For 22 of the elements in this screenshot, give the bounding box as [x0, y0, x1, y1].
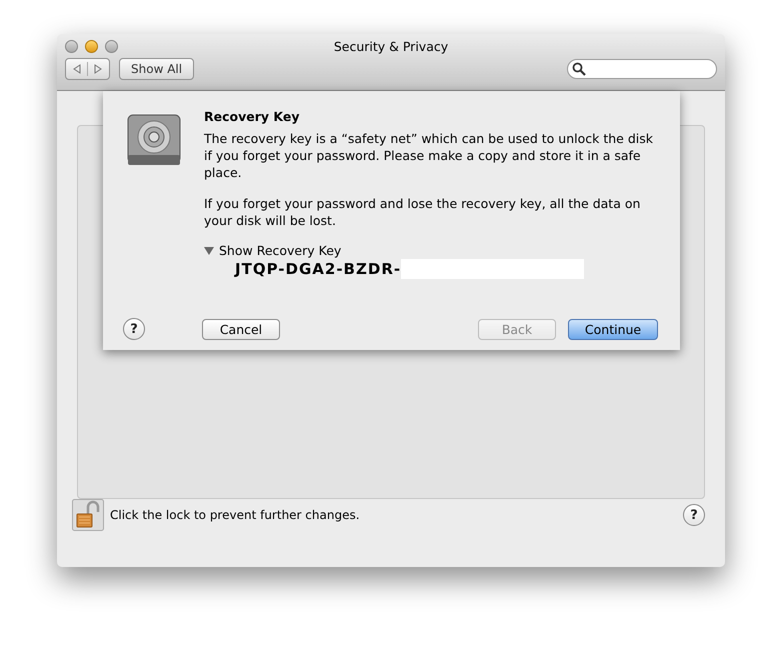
forward-icon[interactable] — [93, 64, 103, 74]
help-button[interactable]: ? — [123, 318, 145, 340]
sheet-button[interactable]: Cancel — [202, 318, 280, 340]
show-all-button[interactable]: Show All — [119, 58, 194, 80]
open-lock-icon[interactable] — [72, 499, 104, 531]
zoom-button[interactable] — [105, 40, 118, 53]
sheet-title: Recovery Key — [204, 109, 300, 124]
explanation-text: The recovery key is a “safety net” which can be used to unlock the disk if you forget your password. Please make a copy and store it in a safe place. — [204, 130, 654, 181]
minimize-button[interactable] — [85, 40, 98, 53]
explanation-text: If you forget your password and lose the recovery key, all the data on your disk will be lost. — [204, 195, 642, 229]
back-icon[interactable] — [72, 64, 82, 74]
disclosure-triangle-icon — [204, 246, 214, 256]
window-title: Security & Privacy — [334, 39, 448, 55]
close-button[interactable] — [65, 40, 78, 53]
help-button[interactable]: ? — [683, 504, 705, 526]
show-recovery-key-toggle[interactable]: Show Recovery Key — [204, 243, 654, 258]
back-forward-control[interactable] — [65, 58, 110, 80]
search-icon — [572, 62, 586, 76]
recovery-key-text: JTQP-DGA2-BZDR- — [235, 260, 402, 278]
sheet-button[interactable]: Continue — [568, 318, 658, 340]
search-field[interactable] — [567, 59, 717, 79]
lock-hint-text: Click the lock to prevent further changes. — [110, 508, 360, 522]
